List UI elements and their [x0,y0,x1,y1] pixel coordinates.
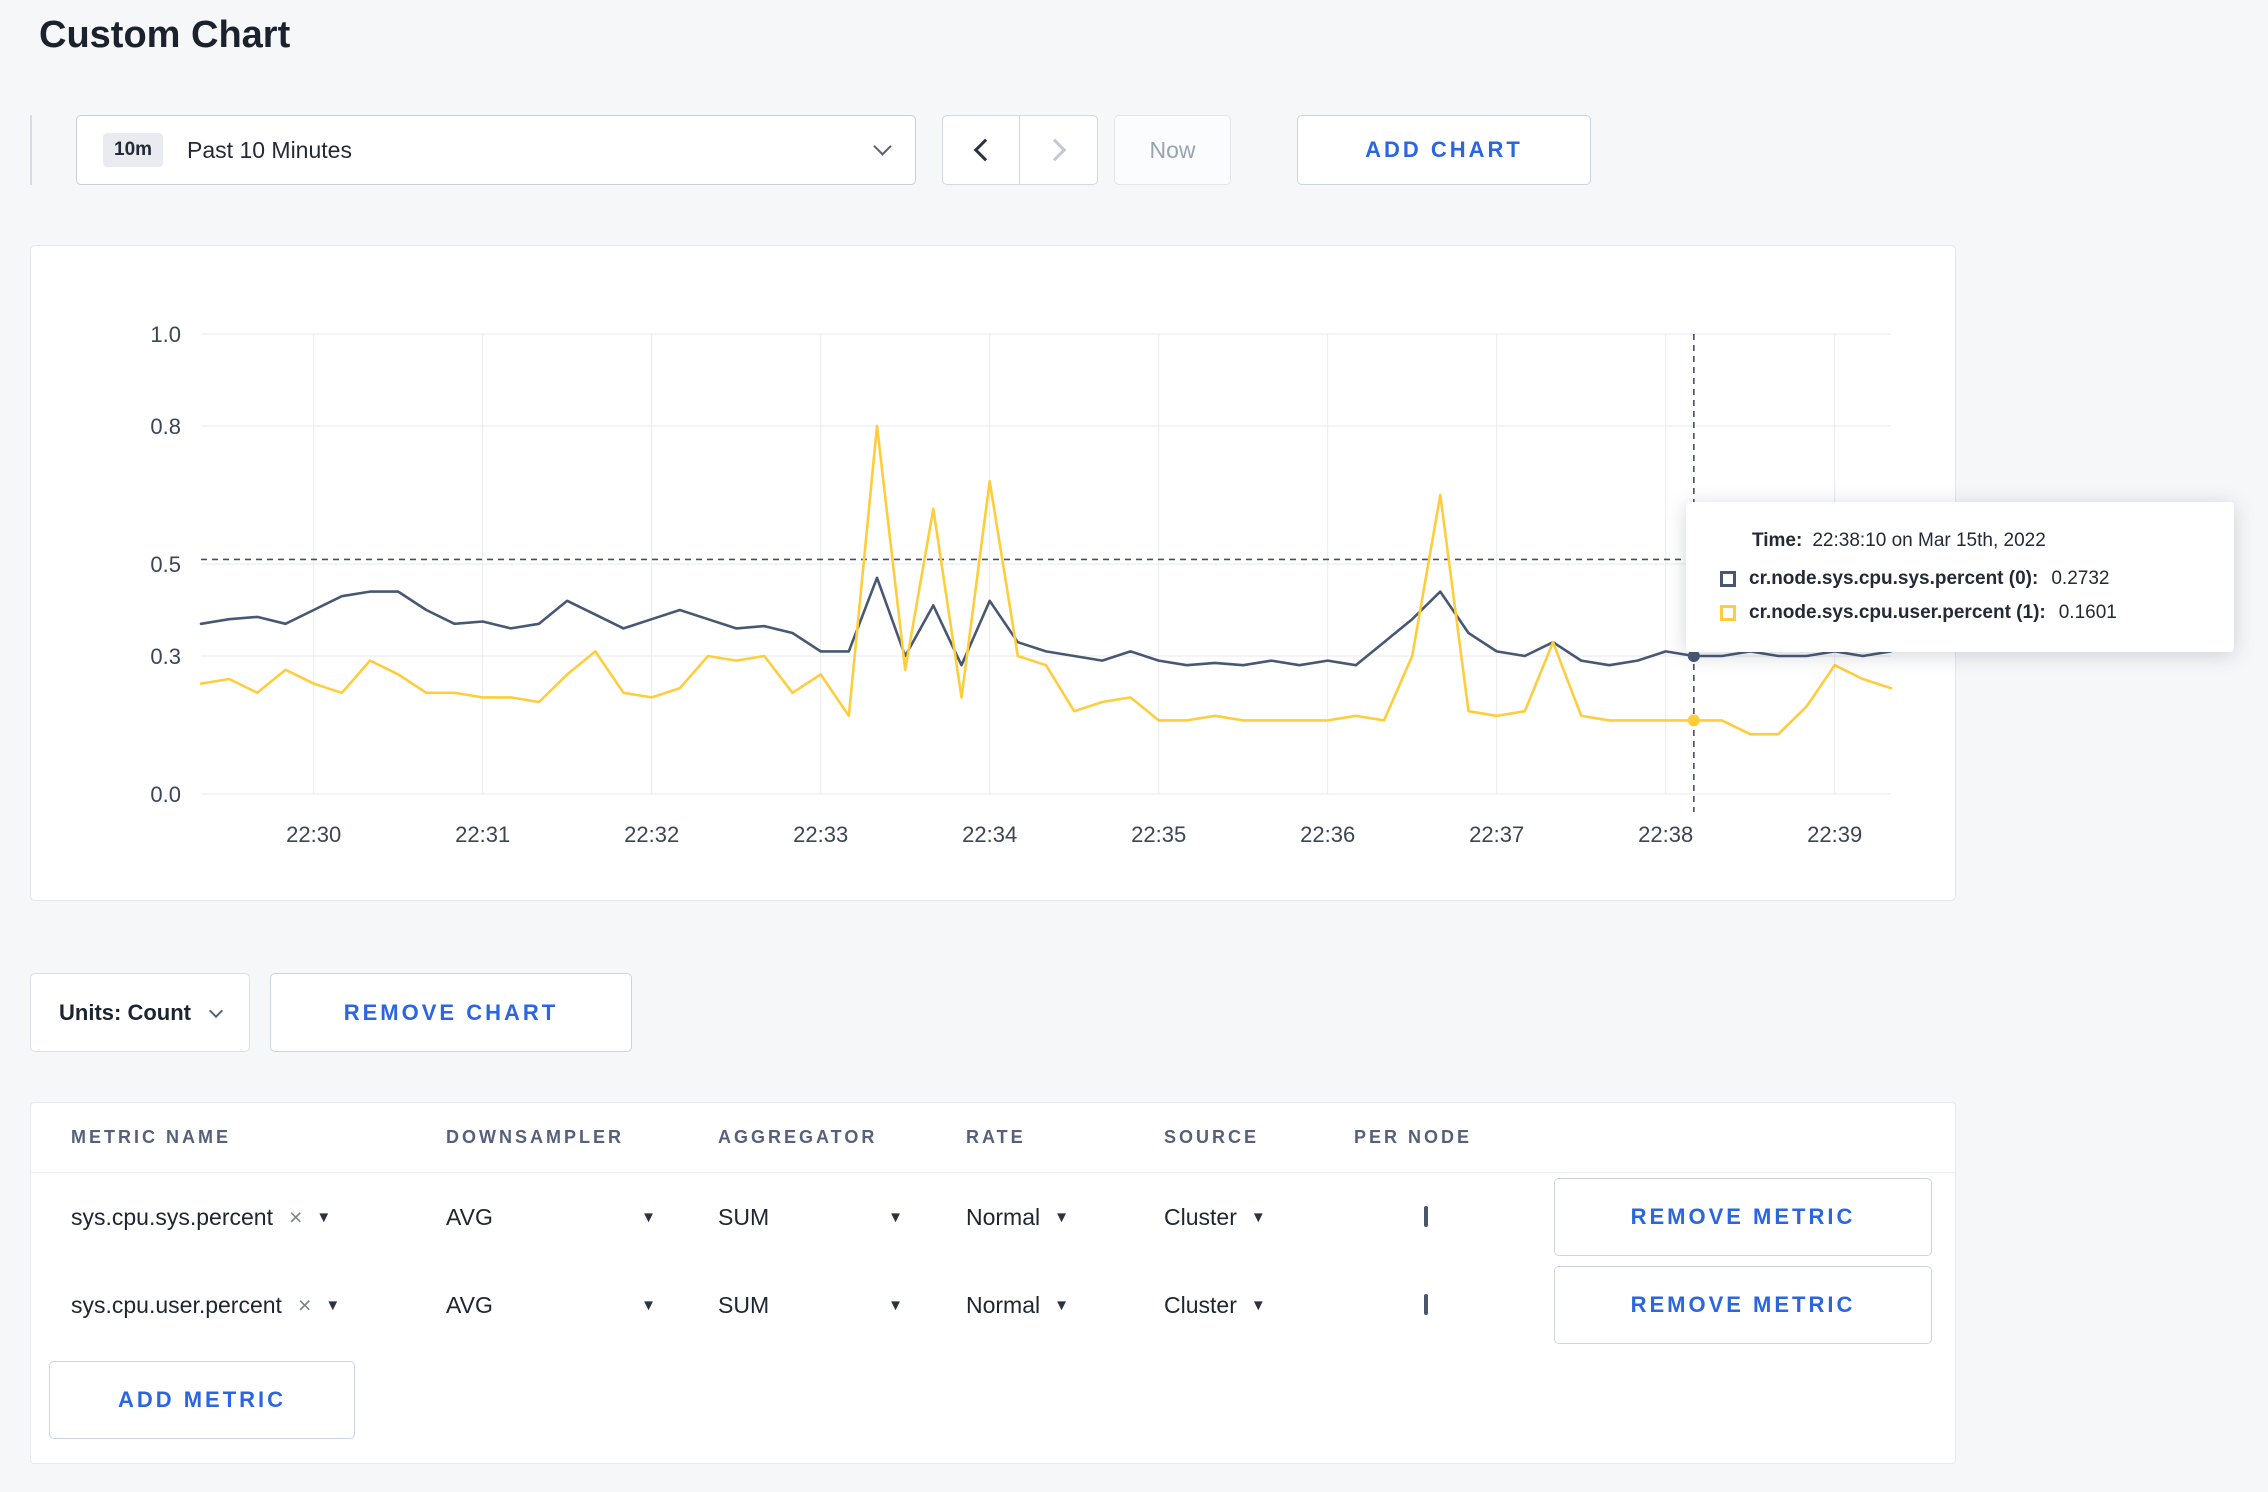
add-chart-button[interactable]: ADD CHART [1297,115,1591,185]
rate-select[interactable]: Normal ▼ [966,1292,1164,1319]
source-value: Cluster [1164,1203,1237,1230]
downsampler-select[interactable]: AVG ▼ [446,1204,656,1231]
downsampler-value: AVG [446,1291,493,1318]
svg-text:22:32: 22:32 [624,822,679,847]
chevron-left-icon [973,138,997,162]
per-node-checkbox[interactable] [1424,1206,1428,1227]
time-range-badge: 10m [103,133,164,167]
aggregator-value: SUM [718,1291,770,1318]
source-select[interactable]: Cluster ▼ [1164,1292,1354,1319]
column-header-metric-name: METRIC NAME [71,1127,231,1147]
series-sys-legend-icon [1720,571,1736,587]
units-select[interactable]: Units: Count [30,973,250,1052]
caret-down-icon: ▼ [641,1296,656,1314]
svg-text:22:38: 22:38 [1638,822,1693,847]
chevron-down-icon [873,136,892,156]
table-row: sys.cpu.sys.percent × ▼ AVG ▼ SUM ▼ Norm… [31,1173,1955,1261]
source-select[interactable]: Cluster ▼ [1164,1204,1354,1231]
svg-text:22:34: 22:34 [962,822,1017,847]
source-value: Cluster [1164,1291,1237,1318]
toolbar-divider [30,115,32,185]
aggregator-select[interactable]: SUM ▼ [718,1204,903,1231]
svg-text:0.0: 0.0 [150,782,181,807]
tooltip-series-row: cr.node.sys.cpu.user.percent (1): 0.1601 [1720,602,2200,624]
aggregator-select[interactable]: SUM ▼ [718,1292,903,1319]
svg-text:22:36: 22:36 [1300,822,1355,847]
rate-value: Normal [966,1291,1041,1318]
page-title: Custom Chart [39,14,291,56]
clear-metric-icon[interactable]: × [289,1205,302,1229]
caret-down-icon: ▼ [1054,1208,1069,1226]
table-row: sys.cpu.user.percent × ▼ AVG ▼ SUM ▼ Nor… [31,1261,1955,1349]
metric-name-value: sys.cpu.user.percent [71,1291,282,1318]
column-header-per-node: PER NODE [1354,1127,1473,1147]
column-header-source: SOURCE [1164,1127,1260,1147]
per-node-checkbox[interactable] [1424,1294,1428,1315]
chart-actions-row: Units: Count REMOVE CHART [30,973,2268,1052]
tooltip-time-value: 22:38:10 on Mar 15th, 2022 [1812,530,2046,551]
tooltip-series-row: cr.node.sys.cpu.sys.percent (0): 0.2732 [1720,568,2200,590]
timeseries-chart[interactable]: 0.0 0.3 0.5 0.8 1.0 22:30 22:31 22:32 22:33 22:34… [51,274,1935,874]
caret-down-icon: ▼ [1250,1208,1266,1226]
tooltip-series-label: cr.node.sys.cpu.user.percent (1): [1749,602,2046,623]
svg-text:22:35: 22:35 [1131,822,1186,847]
caret-down-icon: ▼ [888,1208,903,1226]
time-back-button[interactable] [942,115,1020,185]
svg-text:22:33: 22:33 [793,822,848,847]
clear-metric-icon[interactable]: × [298,1293,311,1317]
remove-metric-button[interactable]: REMOVE METRIC [1554,1266,1932,1344]
svg-text:0.8: 0.8 [150,414,181,439]
metrics-table: METRIC NAME DOWNSAMPLER AGGREGATOR RATE … [30,1102,1956,1464]
svg-text:22:39: 22:39 [1807,822,1862,847]
tooltip-time-label: Time: [1752,530,1803,551]
tooltip-series-value: 0.1601 [2058,602,2117,623]
chart-tooltip: Time: 22:38:10 on Mar 15th, 2022 cr.node.… [1686,502,2234,652]
units-label: Units: Count [59,999,191,1025]
caret-down-icon: ▼ [1054,1296,1069,1314]
rate-value: Normal [966,1203,1041,1230]
now-button[interactable]: Now [1114,115,1231,185]
svg-text:0.3: 0.3 [150,644,181,669]
tooltip-series-label: cr.node.sys.cpu.sys.percent (0): [1749,568,2039,589]
caret-down-icon: ▼ [1250,1296,1266,1314]
caret-down-icon: ▼ [325,1296,341,1314]
rate-select[interactable]: Normal ▼ [966,1204,1164,1231]
svg-text:22:31: 22:31 [455,822,510,847]
caret-down-icon: ▼ [641,1208,656,1226]
tooltip-time-row: Time: 22:38:10 on Mar 15th, 2022 [1720,530,2200,552]
column-header-aggregator: AGGREGATOR [718,1127,878,1147]
chevron-right-icon [1043,138,1066,162]
metric-name-select[interactable]: sys.cpu.sys.percent × ▼ [71,1204,446,1231]
time-range-label: Past 10 Minutes [187,136,352,163]
caret-down-icon: ▼ [888,1296,903,1314]
tooltip-series-value: 0.2732 [2051,568,2110,589]
time-range-select[interactable]: 10m Past 10 Minutes [76,115,916,185]
chart-card: 0.0 0.3 0.5 0.8 1.0 22:30 22:31 22:32 22:33 22:34… [30,245,2234,901]
column-header-downsampler: DOWNSAMPLER [446,1127,624,1147]
svg-text:1.0: 1.0 [150,322,181,347]
downsampler-select[interactable]: AVG ▼ [446,1292,656,1319]
time-nav-group [942,115,1098,185]
chart-toolbar: 10m Past 10 Minutes Now ADD CHART [30,115,2268,185]
metrics-table-header: METRIC NAME DOWNSAMPLER AGGREGATOR RATE … [31,1103,1955,1173]
metric-name-select[interactable]: sys.cpu.user.percent × ▼ [71,1292,446,1319]
svg-text:22:30: 22:30 [286,822,341,847]
chevron-down-icon [208,1003,224,1018]
remove-metric-button[interactable]: REMOVE METRIC [1554,1178,1932,1256]
time-forward-button[interactable] [1020,115,1098,185]
series-user-legend-icon [1720,605,1736,621]
svg-text:22:37: 22:37 [1469,822,1524,847]
downsampler-value: AVG [446,1203,493,1230]
caret-down-icon: ▼ [316,1208,332,1226]
svg-text:0.5: 0.5 [150,552,181,577]
aggregator-value: SUM [718,1203,770,1230]
column-header-rate: RATE [966,1127,1026,1147]
add-metric-button[interactable]: ADD METRIC [49,1361,355,1439]
remove-chart-button[interactable]: REMOVE CHART [269,973,632,1052]
metric-name-value: sys.cpu.sys.percent [71,1203,273,1230]
